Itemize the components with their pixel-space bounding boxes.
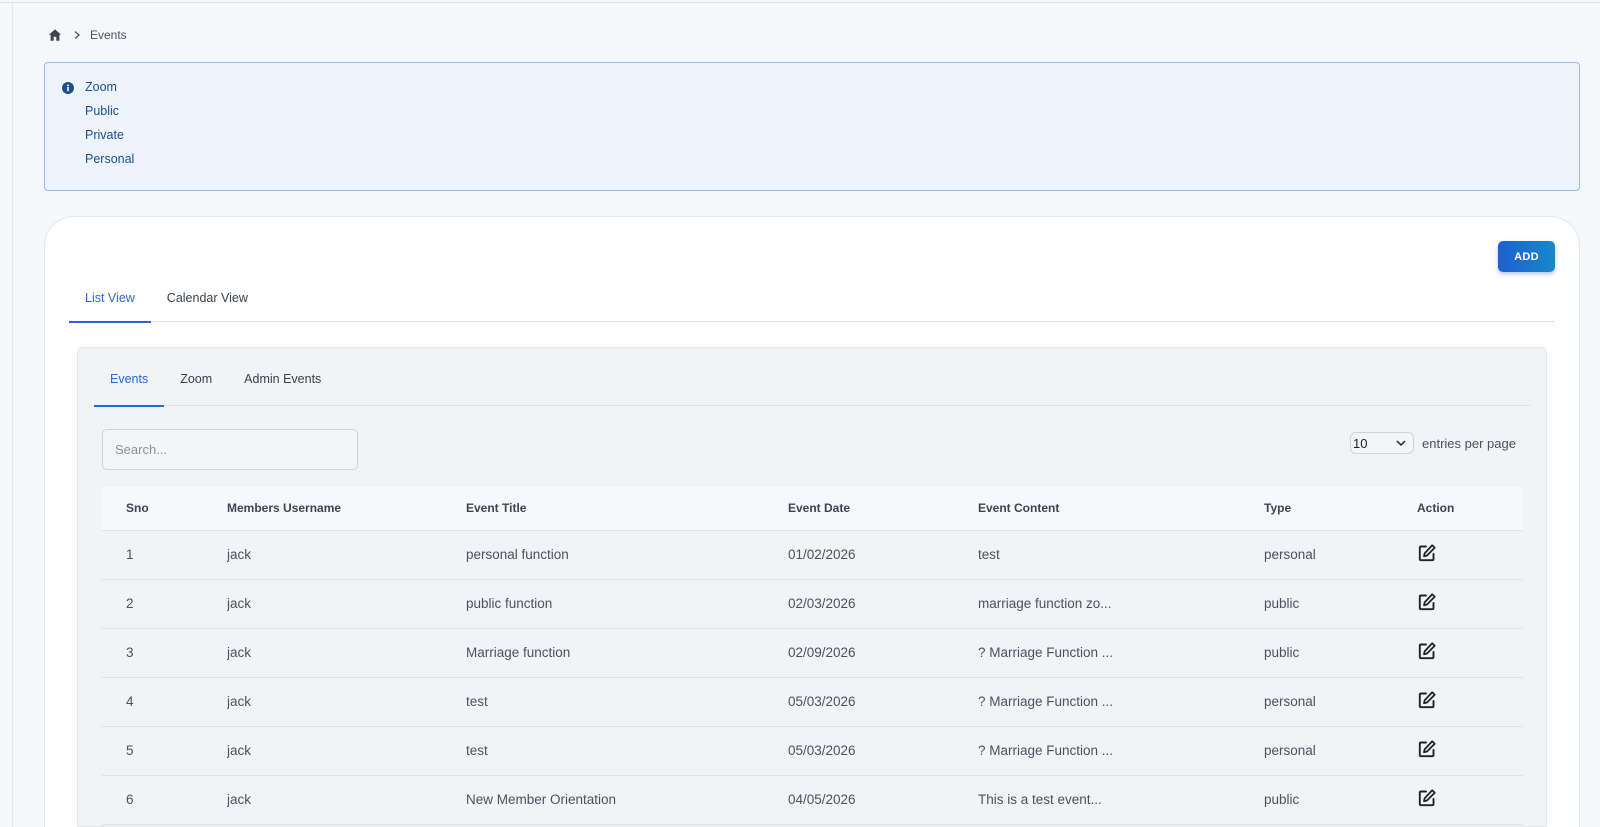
cell-type: personal — [1264, 530, 1417, 580]
event-type-tabs: Events Zoom Admin Events — [94, 364, 1530, 407]
table-row: 5 jack test 05/03/2026 ? Marriage Functi… — [102, 726, 1523, 776]
cell-sno: 5 — [102, 726, 227, 776]
table-row: 3 jack Marriage function 02/09/2026 ? Ma… — [102, 628, 1523, 678]
cell-content: This is a test event... — [978, 775, 1264, 825]
cell-username: jack — [227, 677, 466, 727]
events-table: Sno Members Username Event Title Event D… — [102, 487, 1523, 825]
cell-action — [1417, 726, 1523, 776]
cell-action — [1417, 628, 1523, 678]
view-tabs: List View Calendar View — [69, 280, 1555, 323]
cell-title: test — [466, 726, 788, 776]
cell-date: 02/03/2026 — [788, 579, 978, 629]
cell-action — [1417, 677, 1523, 727]
cell-content: ? Marriage Function ... — [978, 726, 1264, 776]
cell-type: public — [1264, 628, 1417, 678]
cell-action — [1417, 775, 1523, 825]
cell-username: jack — [227, 726, 466, 776]
edit-icon[interactable] — [1417, 739, 1437, 759]
search-input[interactable] — [102, 429, 358, 470]
cell-sno: 3 — [102, 628, 227, 678]
cell-content: marriage function zo... — [978, 579, 1264, 629]
cell-content: test — [978, 530, 1264, 580]
cell-content: ? Marriage Function ... — [978, 677, 1264, 727]
table-row: 1 jack personal function 01/02/2026 test… — [102, 530, 1523, 580]
cell-title: test — [466, 677, 788, 727]
info-item-personal: Personal — [85, 152, 135, 166]
cell-action — [1417, 530, 1523, 580]
tab-events[interactable]: Events — [94, 364, 165, 407]
entries-per-page: 10 entries per page — [1350, 432, 1516, 454]
info-item-public: Public — [85, 104, 120, 118]
header-sno[interactable]: Sno — [102, 487, 227, 531]
edit-icon[interactable] — [1417, 641, 1437, 661]
entries-select[interactable]: 10 — [1350, 432, 1414, 454]
header-event-title[interactable]: Event Title — [466, 487, 788, 531]
tab-calendar-view[interactable]: Calendar View — [151, 280, 264, 322]
edit-icon[interactable] — [1417, 592, 1437, 612]
info-alert: Zoom Public Private Personal — [44, 62, 1580, 191]
cell-type: public — [1264, 775, 1417, 825]
table-body: 1 jack personal function 01/02/2026 test… — [102, 530, 1523, 825]
add-button[interactable]: ADD — [1498, 241, 1555, 272]
cell-date: 04/05/2026 — [788, 775, 978, 825]
header-event-content[interactable]: Event Content — [978, 487, 1264, 531]
table-row: 2 jack public function 02/03/2026 marria… — [102, 579, 1523, 629]
sidebar-edge — [12, 3, 13, 827]
entries-selected-value: 10 — [1353, 435, 1368, 451]
tab-zoom[interactable]: Zoom — [164, 364, 228, 406]
tab-admin-events[interactable]: Admin Events — [228, 364, 337, 406]
cell-username: jack — [227, 530, 466, 580]
table-row: 4 jack test 05/03/2026 ? Marriage Functi… — [102, 677, 1523, 727]
header-event-date[interactable]: Event Date — [788, 487, 978, 531]
edit-icon[interactable] — [1417, 690, 1437, 710]
cell-type: personal — [1264, 726, 1417, 776]
cell-username: jack — [227, 775, 466, 825]
info-list: Zoom Public Private Personal — [85, 79, 134, 175]
header-members-username[interactable]: Members Username — [227, 487, 466, 531]
cell-date: 01/02/2026 — [788, 530, 978, 580]
cell-content: ? Marriage Function ... — [978, 628, 1264, 678]
cell-sno: 4 — [102, 677, 227, 727]
cell-type: personal — [1264, 677, 1417, 727]
cell-sno: 6 — [102, 775, 227, 825]
header-action: Action — [1417, 487, 1523, 531]
breadcrumb-current: Events — [90, 28, 127, 42]
cell-title: New Member Orientation — [466, 775, 788, 825]
info-item-private: Private — [85, 128, 124, 142]
cell-username: jack — [227, 579, 466, 629]
cell-sno: 1 — [102, 530, 227, 580]
info-icon — [62, 81, 74, 94]
cell-title: Marriage function — [466, 628, 788, 678]
entries-label: entries per page — [1422, 435, 1516, 451]
cell-date: 02/09/2026 — [788, 628, 978, 678]
cell-date: 05/03/2026 — [788, 677, 978, 727]
info-item-zoom: Zoom — [85, 80, 117, 94]
edit-icon[interactable] — [1417, 543, 1437, 563]
cell-title: public function — [466, 579, 788, 629]
cell-sno: 2 — [102, 579, 227, 629]
breadcrumb: Events — [48, 28, 127, 42]
chevron-down-icon — [1395, 437, 1407, 449]
edit-icon[interactable] — [1417, 788, 1437, 808]
table-row: 6 jack New Member Orientation 04/05/2026… — [102, 775, 1523, 825]
table-header-row: Sno Members Username Event Title Event D… — [102, 487, 1523, 531]
cell-title: personal function — [466, 530, 788, 580]
cell-type: public — [1264, 579, 1417, 629]
cell-username: jack — [227, 628, 466, 678]
top-border — [0, 2, 1600, 3]
cell-date: 05/03/2026 — [788, 726, 978, 776]
chevron-right-icon — [72, 30, 82, 40]
tab-list-view[interactable]: List View — [69, 280, 151, 323]
header-type[interactable]: Type — [1264, 487, 1417, 531]
cell-action — [1417, 579, 1523, 629]
home-icon[interactable] — [48, 28, 62, 42]
